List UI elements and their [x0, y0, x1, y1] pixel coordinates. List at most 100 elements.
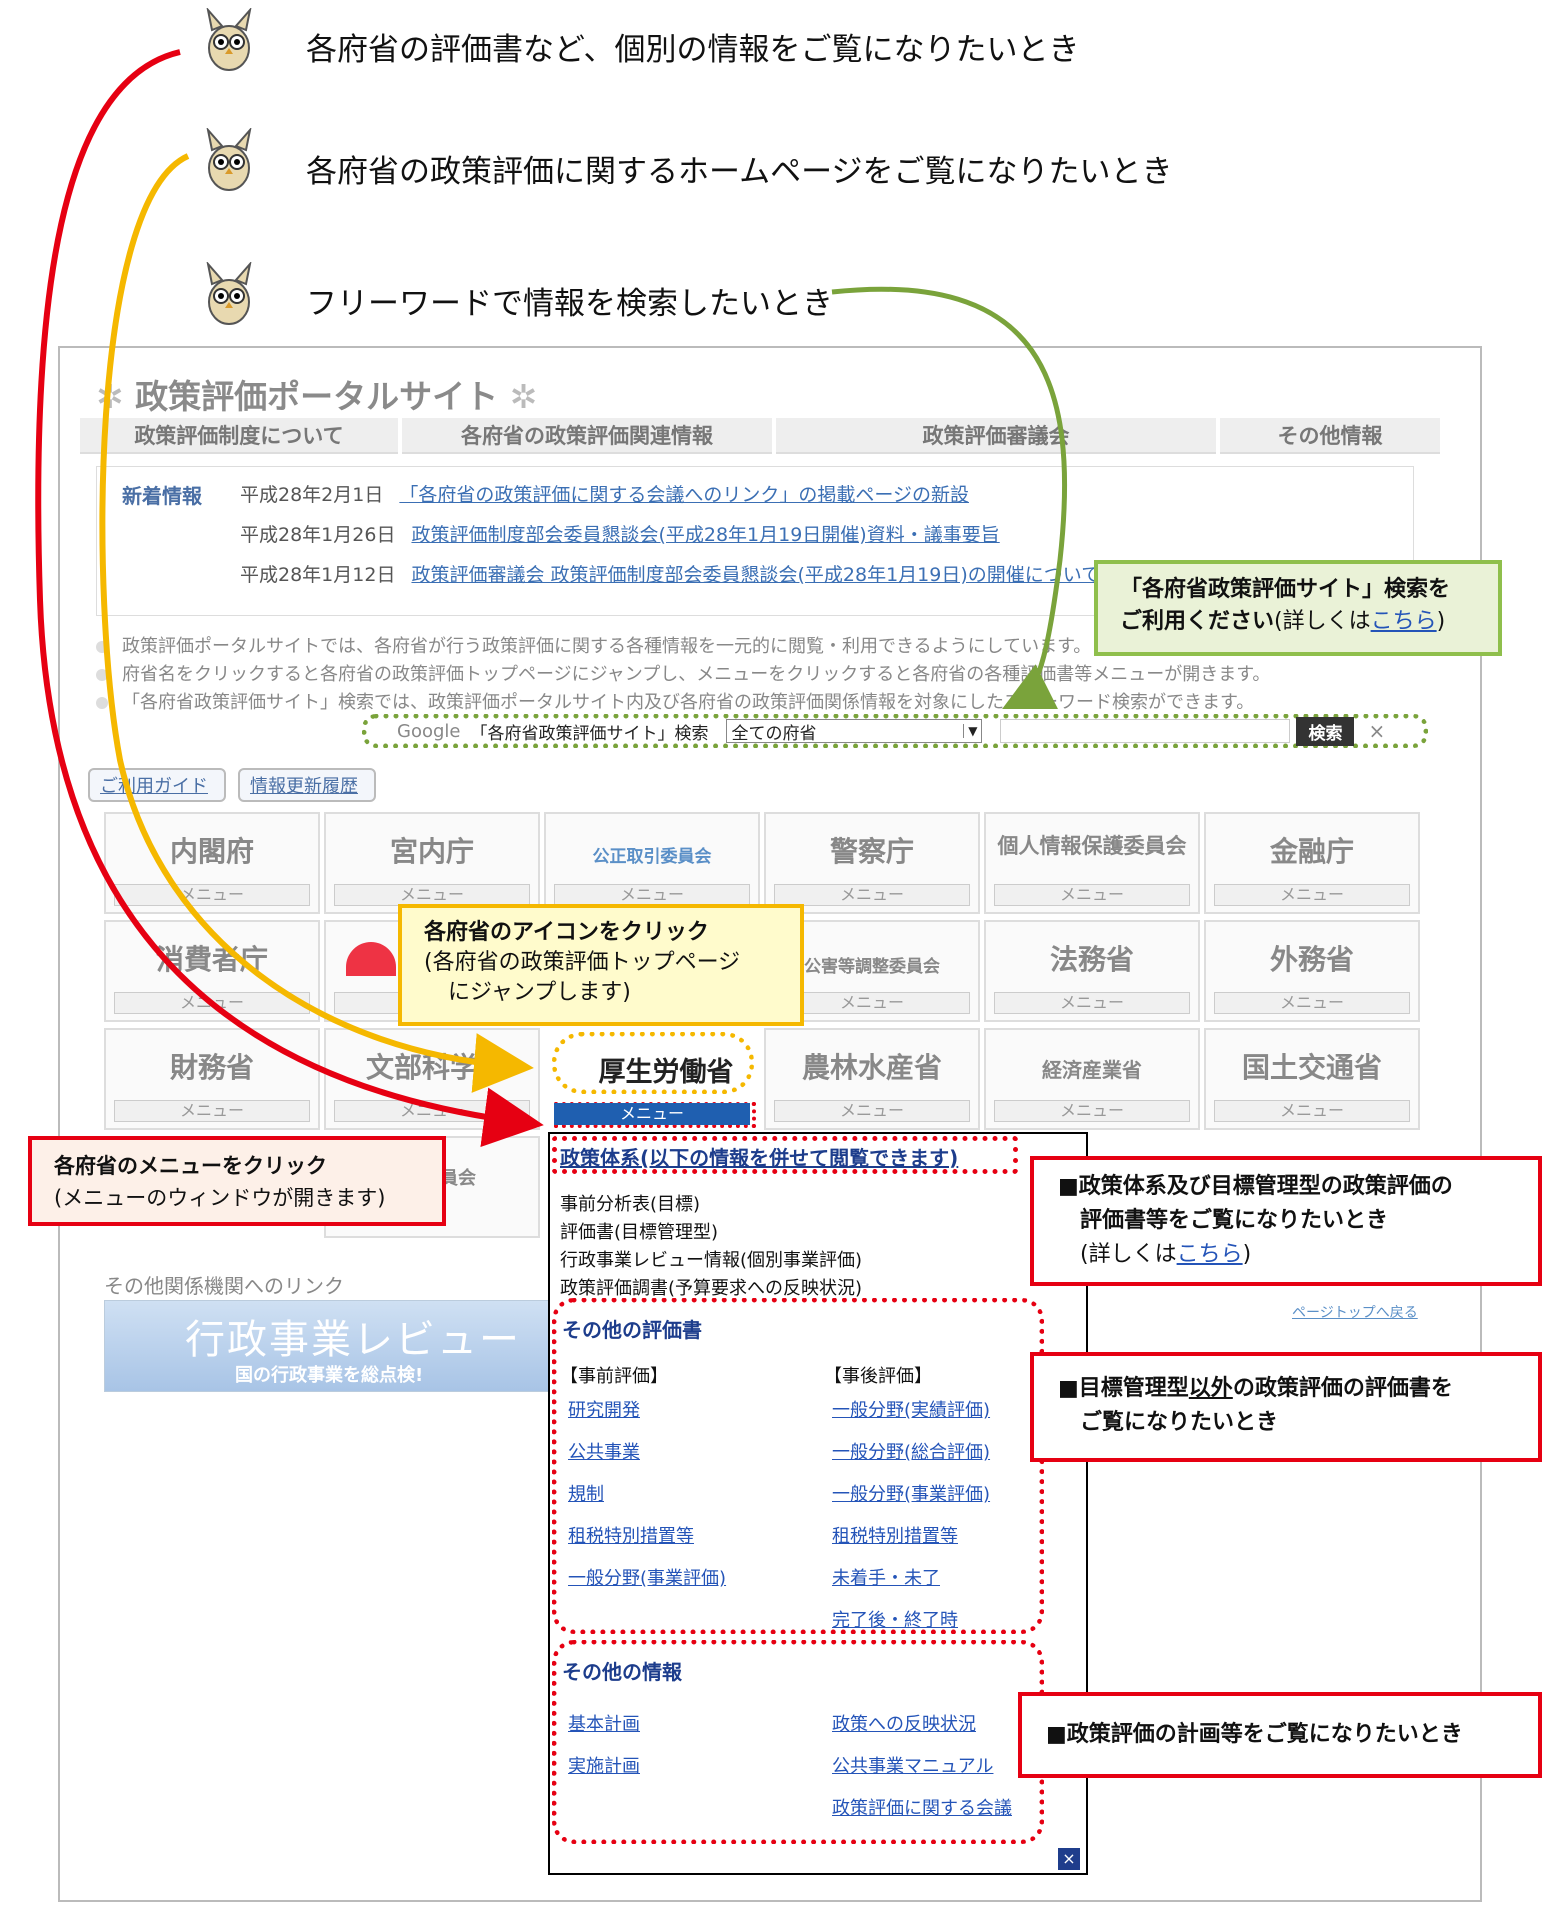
ministry-name: 法務省 [1049, 943, 1134, 976]
menu-button[interactable]: メニュー [994, 884, 1190, 906]
news-link[interactable]: 政策評価審議会 政策評価制度部会委員懇談会(平成28年1月19日)の開催について [411, 564, 1100, 586]
tab-council[interactable]: 政策評価審議会 [776, 418, 1216, 454]
callout-title: 各府省のアイコンをクリック [424, 920, 709, 945]
banner-main: 行政事業レビュー [185, 1317, 521, 1363]
info-link[interactable]: 基本計画 [568, 1710, 640, 1736]
tab-other[interactable]: その他情報 [1220, 418, 1440, 454]
info-link[interactable]: 政策への反映状況 [832, 1710, 976, 1736]
search-button[interactable]: 検索 [1296, 716, 1355, 746]
menu-button[interactable]: メニュー [774, 1100, 970, 1122]
ministry-name: 外務省 [1269, 943, 1354, 976]
tab-system[interactable]: 政策評価制度について [80, 418, 398, 454]
info-link[interactable]: 実施計画 [568, 1752, 640, 1778]
pre-eval-label: 【事前評価】 [560, 1366, 668, 1387]
menu-button[interactable]: メニュー [554, 884, 750, 906]
post-eval-link[interactable]: 一般分野(実績評価) [832, 1396, 990, 1422]
callout-text: ) [1436, 609, 1446, 634]
ministry-tile-mofa[interactable]: 外務省 メニュー [1204, 920, 1420, 1022]
post-eval-link[interactable]: 完了後・終了時 [832, 1606, 958, 1632]
menu-button[interactable]: メニュー [774, 884, 970, 906]
main-tab-bar: 政策評価制度について 各府省の政策評価関連情報 政策評価審議会 その他情報 [80, 418, 1440, 454]
system-item: 政策評価調書(予算要求への反映状況) [560, 1278, 863, 1299]
ministry-name: 内閣府 [169, 835, 254, 868]
menu-button[interactable]: メニュー [554, 1103, 750, 1125]
pre-eval-link[interactable]: 規制 [568, 1480, 604, 1506]
system-head-link[interactable]: 政策体系(以下の情報を併せて閲覧できます) [560, 1142, 958, 1171]
menu-button[interactable]: メニュー [1214, 1100, 1410, 1122]
details-link[interactable]: こちら [1371, 609, 1437, 634]
ministry-tile-mlit[interactable]: 国土交通省 メニュー [1204, 1028, 1420, 1130]
menu-button[interactable]: メニュー [114, 1100, 310, 1122]
ministry-tile-meti[interactable]: 経済産業省 メニュー [984, 1028, 1200, 1130]
page-top-link[interactable]: ページトップへ戻る [1292, 1302, 1418, 1322]
callout-text: にジャンプします) [448, 980, 631, 1005]
system-item: 評価書(目標管理型) [560, 1222, 719, 1243]
other-eval-callout: ■目標管理型以外の政策評価の評価書を ご覧になりたいとき [1030, 1352, 1542, 1462]
news-link[interactable]: 政策評価制度部会委員懇談会(平成28年1月19日開催)資料・議事要旨 [411, 524, 999, 546]
pre-eval-link[interactable]: 公共事業 [568, 1438, 640, 1464]
ministry-name: 警察庁 [829, 835, 914, 868]
system-callout: ■政策体系及び目標管理型の政策評価の 評価書等をご覧になりたいとき (詳しくはこ… [1030, 1156, 1542, 1286]
info-link[interactable]: 政策評価に関する会議 [832, 1794, 1012, 1820]
clear-icon[interactable]: × [1368, 719, 1385, 743]
menu-button[interactable]: メニュー [114, 992, 310, 1014]
ministry-tile-imperial-household[interactable]: 宮内庁 メニュー [324, 812, 540, 914]
news-item: 平成28年1月26日 政策評価制度部会委員懇談会(平成28年1月19日開催)資料・… [240, 520, 1000, 547]
admin-review-banner[interactable]: 行政事業レビュー 国の行政事業を総点検! [104, 1300, 550, 1392]
ministry-name: 国土交通省 [1241, 1051, 1382, 1084]
ministry-tile-maff[interactable]: 農林水産省 メニュー [764, 1028, 980, 1130]
instruction-3: フリーワードで情報を検索したいとき [306, 286, 833, 322]
owl-mascot-icon [198, 260, 260, 330]
ministry-name: 消費者庁 [155, 943, 268, 976]
menu-button[interactable]: メニュー [334, 1100, 530, 1122]
search-input[interactable] [1000, 719, 1291, 743]
info-link[interactable]: 公共事業マニュアル [832, 1752, 993, 1778]
ministry-select-value: 全ての府省 [731, 723, 817, 744]
owl-logo-icon: ✲ [509, 377, 538, 416]
ministry-tile-moj[interactable]: 法務省 メニュー [984, 920, 1200, 1022]
ministry-name: 農林水産省 [801, 1051, 942, 1084]
menu-button[interactable]: メニュー [994, 992, 1190, 1014]
menu-button[interactable]: メニュー [1214, 992, 1410, 1014]
pre-eval-link[interactable]: 研究開発 [568, 1396, 640, 1422]
site-title[interactable]: ✲ 政策評価ポータルサイト ✲ [96, 370, 537, 418]
site-title-text: 政策評価ポータルサイト [135, 377, 499, 416]
tab-ministry-info[interactable]: 各府省の政策評価関連情報 [402, 418, 772, 454]
news-item: 平成28年1月12日 政策評価審議会 政策評価制度部会委員懇談会(平成28年1月1… [240, 560, 1100, 587]
note-item: 府省名をクリックすると各府省の政策評価トップページにジャンプし、メニューをクリッ… [96, 660, 1270, 686]
post-eval-link[interactable]: 未着手・未了 [832, 1564, 940, 1590]
eval-head: その他の評価書 [562, 1318, 702, 1342]
ministry-tile-fsa[interactable]: 金融庁 メニュー [1204, 812, 1420, 914]
pre-eval-link[interactable]: 租税特別措置等 [568, 1522, 694, 1548]
ministry-name: 財務省 [169, 1051, 254, 1084]
menu-button[interactable]: メニュー [1214, 884, 1410, 906]
ministry-tile-npa[interactable]: 警察庁 メニュー [764, 812, 980, 914]
news-link[interactable]: 「各府省の政策評価に関する会議へのリンク」の掲載ページの新設 [399, 484, 969, 506]
callout-text: (詳しくは [1274, 609, 1371, 634]
ministry-select[interactable]: 全ての府省 ▼ [726, 719, 983, 744]
ministry-name: 金融庁 [1269, 835, 1354, 868]
ministry-tile-ppc[interactable]: 個人情報保護委員会 メニュー [984, 812, 1200, 914]
ministry-tile-mhlw[interactable]: 厚生労働省 メニュー [544, 1028, 760, 1130]
callout-text: ■政策体系及び目標管理型の政策評価の [1058, 1174, 1453, 1199]
close-icon[interactable]: × [1058, 1848, 1080, 1870]
ministry-tile-mext[interactable]: 文部科学省 メニュー [324, 1028, 540, 1130]
details-link[interactable]: こちら [1177, 1242, 1243, 1267]
ministry-tile-cabinet-office[interactable]: 内閣府 メニュー [104, 812, 320, 914]
menu-button[interactable]: メニュー [114, 884, 310, 906]
post-eval-link[interactable]: 租税特別措置等 [832, 1522, 958, 1548]
post-eval-link[interactable]: 一般分野(総合評価) [832, 1438, 990, 1464]
menu-button[interactable]: メニュー [334, 884, 530, 906]
pre-eval-link[interactable]: 一般分野(事業評価) [568, 1564, 726, 1590]
chevron-down-icon: ▼ [963, 724, 981, 738]
menu-button[interactable]: メニュー [994, 1100, 1190, 1122]
ministry-tile-mof[interactable]: 財務省 メニュー [104, 1028, 320, 1130]
search-label: 「各府省政策評価サイト」検索 [470, 723, 709, 744]
user-guide-button[interactable]: ご利用ガイド [88, 768, 226, 802]
post-eval-link[interactable]: 一般分野(事業評価) [832, 1480, 990, 1506]
ministry-tile-ftc[interactable]: 公正取引委員会 メニュー [544, 812, 760, 914]
ministry-tile-caa[interactable]: 消費者庁 メニュー [104, 920, 320, 1022]
callout-text: の政策評価の評価書を [1232, 1376, 1453, 1401]
ministry-name: 個人情報保護委員会 [997, 834, 1187, 858]
update-history-button[interactable]: 情報更新履歴 [238, 768, 376, 802]
